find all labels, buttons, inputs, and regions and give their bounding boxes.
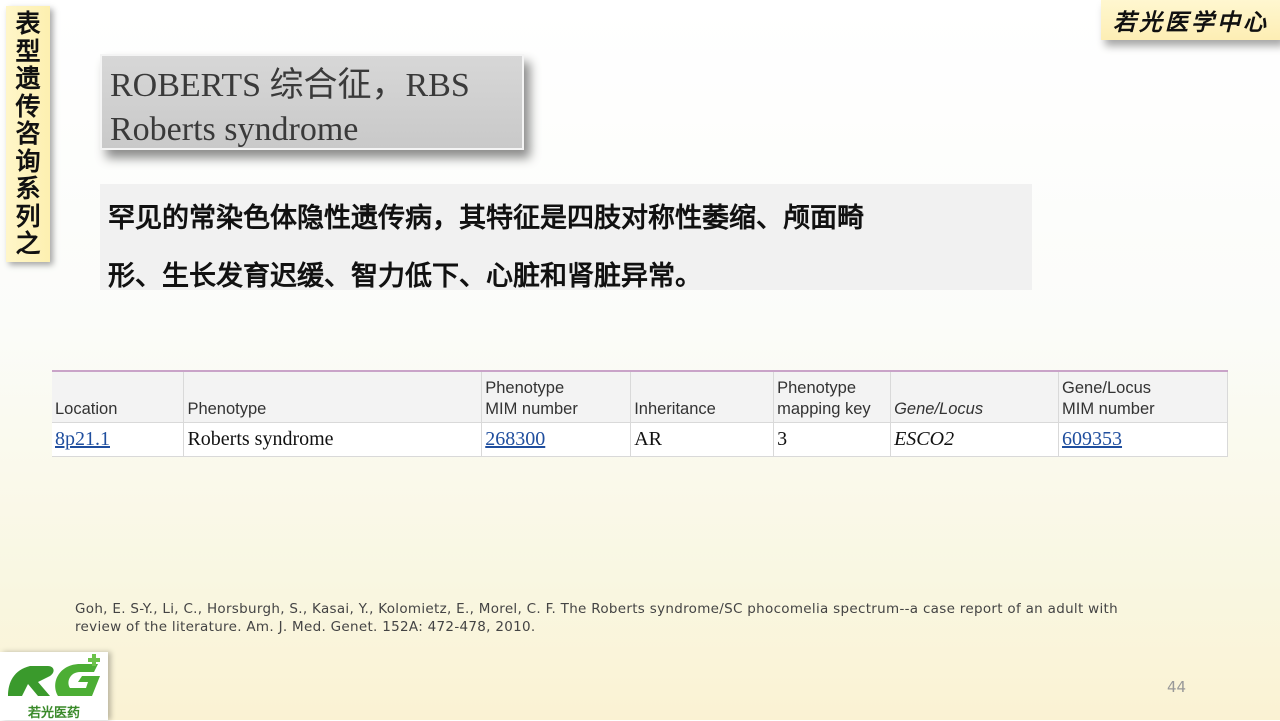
series-char: 表 [15, 9, 41, 38]
gene-mim-link[interactable]: 609353 [1062, 428, 1122, 450]
title-line-2: Roberts syndrome [110, 111, 359, 148]
phenotype-mim-link[interactable]: 268300 [485, 428, 545, 450]
series-char: 传 [15, 91, 41, 121]
header-phenotype-mim: Phenotype MIM number [481, 371, 631, 423]
company-logo: 若光医药 [0, 652, 108, 721]
header-location: Location [52, 371, 184, 423]
series-char: 系 [15, 174, 41, 203]
rg-logo-icon [8, 654, 100, 696]
brand-tab: 若光医学中心 [1101, 0, 1280, 40]
title-line-1: ROBERTS 综合征，RBS [110, 67, 470, 104]
slide-title: ROBERTS 综合征，RBS Roberts syndrome [100, 54, 524, 150]
description-line-1: 罕见的常染色体隐性遗传病，其特征是四肢对称性萎缩、颅面畸 [108, 203, 864, 234]
description-box: 罕见的常染色体隐性遗传病，其特征是四肢对称性萎缩、颅面畸 形、生长发育迟缓、智力… [100, 184, 1032, 292]
reference-line-1: Goh, E. S-Y., Li, C., Horsburgh, S., Kas… [75, 601, 1119, 617]
description-line-2: 形、生长发育迟缓、智力低下、心脏和肾脏异常。 [108, 261, 702, 292]
mapping-key-cell: 3 [773, 422, 891, 457]
location-link[interactable]: 8p21.1 [55, 428, 110, 450]
series-char: 型 [15, 36, 41, 66]
table-row: 8p21.1 Roberts syndrome 268300 AR 3 ESCO… [52, 422, 1228, 457]
header-gene-mim: Gene/Locus MIM number [1058, 371, 1228, 423]
series-char: 咨 [15, 119, 41, 148]
table-header-row: Location Phenotype Phenotype MIM number I… [52, 371, 1228, 423]
series-char: 询 [15, 146, 41, 176]
gene-locus-cell: ESCO2 [890, 422, 1059, 457]
series-char: 之 [15, 229, 41, 258]
page-number: 44 [1167, 678, 1187, 696]
inheritance-cell: AR [630, 422, 774, 457]
series-char: 列 [15, 201, 41, 231]
omim-table: Location Phenotype Phenotype MIM number I… [52, 370, 1228, 457]
series-vertical-tab: 表 型 遗 传 咨 询 系 列 之 [6, 6, 50, 262]
header-mapping-key: Phenotype mapping key [773, 371, 891, 423]
reference-line-2: review of the literature. Am. J. Med. Ge… [75, 619, 536, 635]
brand-text: 若光医学中心 [1113, 9, 1269, 36]
header-phenotype: Phenotype [183, 371, 482, 423]
logo-text: 若光医药 [27, 706, 80, 721]
header-gene-locus: Gene/Locus [890, 371, 1059, 423]
header-inheritance: Inheritance [630, 371, 774, 423]
series-char: 遗 [15, 64, 41, 93]
reference-citation: Goh, E. S-Y., Li, C., Horsburgh, S., Kas… [75, 600, 1175, 636]
phenotype-cell: Roberts syndrome [183, 422, 482, 457]
